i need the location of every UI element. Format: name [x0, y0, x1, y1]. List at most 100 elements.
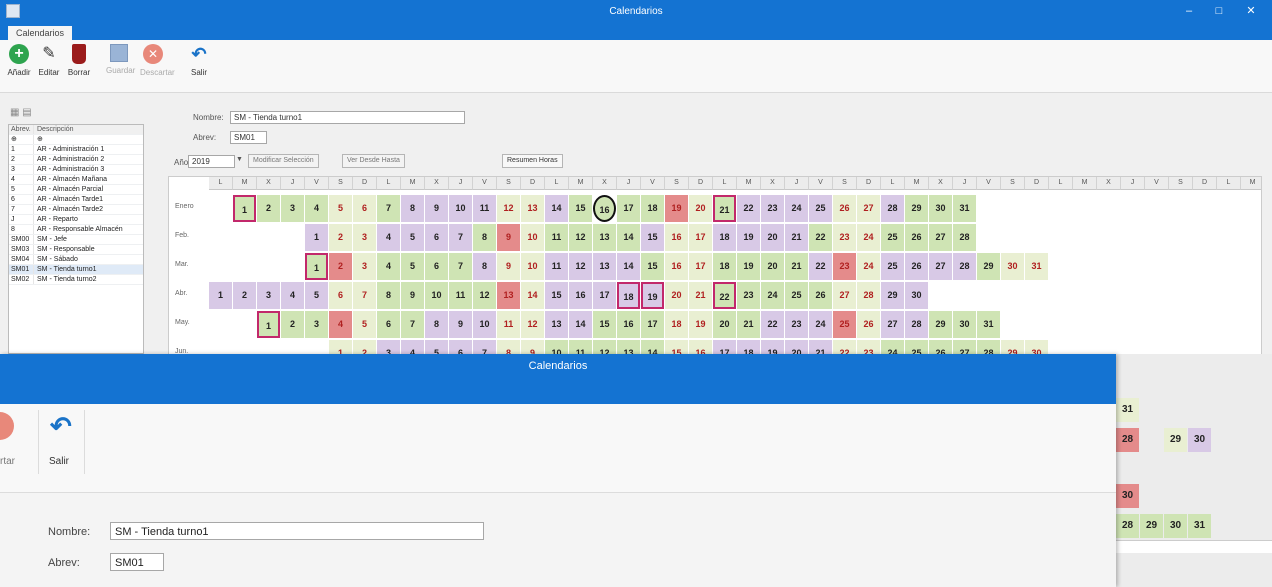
grid-scrollbar[interactable] [1116, 540, 1272, 553]
calendar-day[interactable]: 11 [473, 195, 496, 222]
exit-button[interactable]: ↶ Salir [186, 44, 212, 77]
calendar-day[interactable]: 25 [809, 195, 832, 222]
calendar-day[interactable]: 26 [809, 282, 832, 309]
calendar-day[interactable]: 14 [569, 311, 592, 338]
calendar-day[interactable]: 13 [593, 253, 616, 280]
calendar-day[interactable]: 13 [497, 282, 520, 309]
calendar-day[interactable]: 28 [953, 253, 976, 280]
calendar-day[interactable]: 19 [641, 282, 664, 309]
calendar-day[interactable]: 29 [929, 311, 952, 338]
view-range-button[interactable]: Ver Desde Hasta [342, 154, 405, 168]
calendar-day[interactable]: 5 [353, 311, 376, 338]
calendar-day[interactable]: 12 [497, 195, 520, 222]
calendar-day[interactable]: 13 [545, 311, 568, 338]
calendar-day[interactable]: 23 [761, 195, 784, 222]
calendar-day[interactable]: 17 [617, 195, 640, 222]
calendar-day[interactable]: 29 [977, 253, 1000, 280]
calendar-day[interactable]: 31 [953, 195, 976, 222]
calendar-day[interactable]: 7 [401, 311, 424, 338]
calendar-day[interactable]: 28 [881, 195, 904, 222]
calendar-day[interactable]: 15 [641, 253, 664, 280]
calendar-day[interactable]: 25 [881, 224, 904, 251]
calendar-day[interactable]: 18 [665, 311, 688, 338]
calendar-day[interactable]: 6 [425, 224, 448, 251]
calendar-day[interactable]: 16 [665, 224, 688, 251]
calendar-day[interactable]: 27 [857, 195, 880, 222]
list-item[interactable]: J AR - Reparto [9, 215, 143, 225]
calendar-day[interactable]: 4 [305, 195, 328, 222]
calendar-day[interactable]: 22 [809, 253, 832, 280]
column-descripcion[interactable]: Descripción [34, 125, 141, 134]
calendar-day[interactable]: 3 [353, 224, 376, 251]
calendar-day[interactable]: 20 [761, 224, 784, 251]
add-button[interactable]: + Añadir [6, 44, 32, 77]
calendar-day[interactable]: 14 [617, 253, 640, 280]
calendar-day[interactable]: 7 [449, 224, 472, 251]
calendar-day[interactable]: 26 [833, 195, 856, 222]
calendar-day[interactable]: 21 [689, 282, 712, 309]
calendar-day[interactable]: 2 [329, 253, 352, 280]
calendar-day[interactable]: 24 [761, 282, 784, 309]
calendar-day[interactable]: 24 [785, 195, 808, 222]
calendar-day[interactable]: 9 [401, 282, 424, 309]
calendar-day[interactable]: 23 [737, 282, 760, 309]
calendar-day[interactable]: 9 [425, 195, 448, 222]
calendar-day[interactable]: 18 [713, 253, 736, 280]
calendar-day[interactable]: 26 [857, 311, 880, 338]
save-button[interactable]: Guardar [106, 44, 135, 75]
calendar-day[interactable]: 1 [257, 311, 280, 338]
calendar-day[interactable]: 22 [737, 195, 760, 222]
calendar-day[interactable]: 12 [521, 311, 544, 338]
delete-button[interactable]: Borrar [66, 44, 92, 77]
edit-button[interactable]: ✎ Editar [36, 44, 62, 77]
calendar-day[interactable]: 10 [473, 311, 496, 338]
calendar-day[interactable]: 27 [929, 253, 952, 280]
calendar-day[interactable]: 18 [641, 195, 664, 222]
hours-summary-button[interactable]: Resumen Horas [502, 154, 563, 168]
calendar-day[interactable]: 30 [1001, 253, 1024, 280]
grid-icon[interactable]: ▦ [10, 107, 19, 118]
close-button[interactable]: ✕ [1238, 2, 1264, 20]
calendar-day[interactable]: 4 [281, 282, 304, 309]
list-item[interactable]: 5 AR - Almacén Parcial [9, 185, 143, 195]
calendar-day[interactable]: 28 [1116, 514, 1139, 538]
calendar-day[interactable]: 22 [761, 311, 784, 338]
calendar-day[interactable]: 16 [593, 195, 616, 222]
calendar-day[interactable]: 21 [737, 311, 760, 338]
calendar-day[interactable]: 31 [1025, 253, 1048, 280]
calendar-day[interactable]: 31 [1116, 398, 1139, 422]
calendar-day[interactable]: 29 [881, 282, 904, 309]
calendar-day[interactable]: 15 [569, 195, 592, 222]
overlay-nombre-input[interactable]: SM - Tienda turno1 [110, 522, 484, 540]
calendar-day[interactable]: 26 [905, 253, 928, 280]
chevron-down-icon[interactable]: ▼ [236, 156, 243, 163]
calendar-day[interactable]: 25 [881, 253, 904, 280]
export-icon[interactable]: ▤ [22, 107, 31, 118]
calendar-day[interactable]: 15 [641, 224, 664, 251]
calendar-day[interactable]: 5 [305, 282, 328, 309]
calendar-day[interactable]: 1 [233, 195, 256, 222]
calendar-day[interactable]: 20 [665, 282, 688, 309]
calendar-day[interactable]: 2 [329, 224, 352, 251]
calendar-day[interactable]: 10 [449, 195, 472, 222]
calendar-day[interactable]: 16 [665, 253, 688, 280]
calendar-day[interactable]: 12 [473, 282, 496, 309]
list-item[interactable]: 2 AR - Administración 2 [9, 155, 143, 165]
calendar-day[interactable]: 25 [833, 311, 856, 338]
calendar-day[interactable]: 21 [785, 224, 808, 251]
calendar-day[interactable]: 27 [833, 282, 856, 309]
calendar-day[interactable]: 29 [1164, 428, 1187, 452]
calendar-day[interactable]: 31 [977, 311, 1000, 338]
list-item[interactable]: 4 AR - Almacén Mañana [9, 175, 143, 185]
calendar-day[interactable]: 11 [545, 253, 568, 280]
maximize-button[interactable]: □ [1206, 2, 1232, 20]
calendar-day[interactable]: 2 [233, 282, 256, 309]
calendar-day[interactable]: 1 [305, 253, 328, 280]
calendar-day[interactable]: 30 [1116, 484, 1139, 508]
calendar-day[interactable]: 26 [905, 224, 928, 251]
calendar-day[interactable]: 7 [353, 282, 376, 309]
calendar-day[interactable]: 16 [569, 282, 592, 309]
list-item[interactable]: SM02 SM - Tienda turno2 [9, 275, 143, 285]
calendar-day[interactable]: 6 [425, 253, 448, 280]
calendar-day[interactable]: 28 [1116, 428, 1139, 452]
